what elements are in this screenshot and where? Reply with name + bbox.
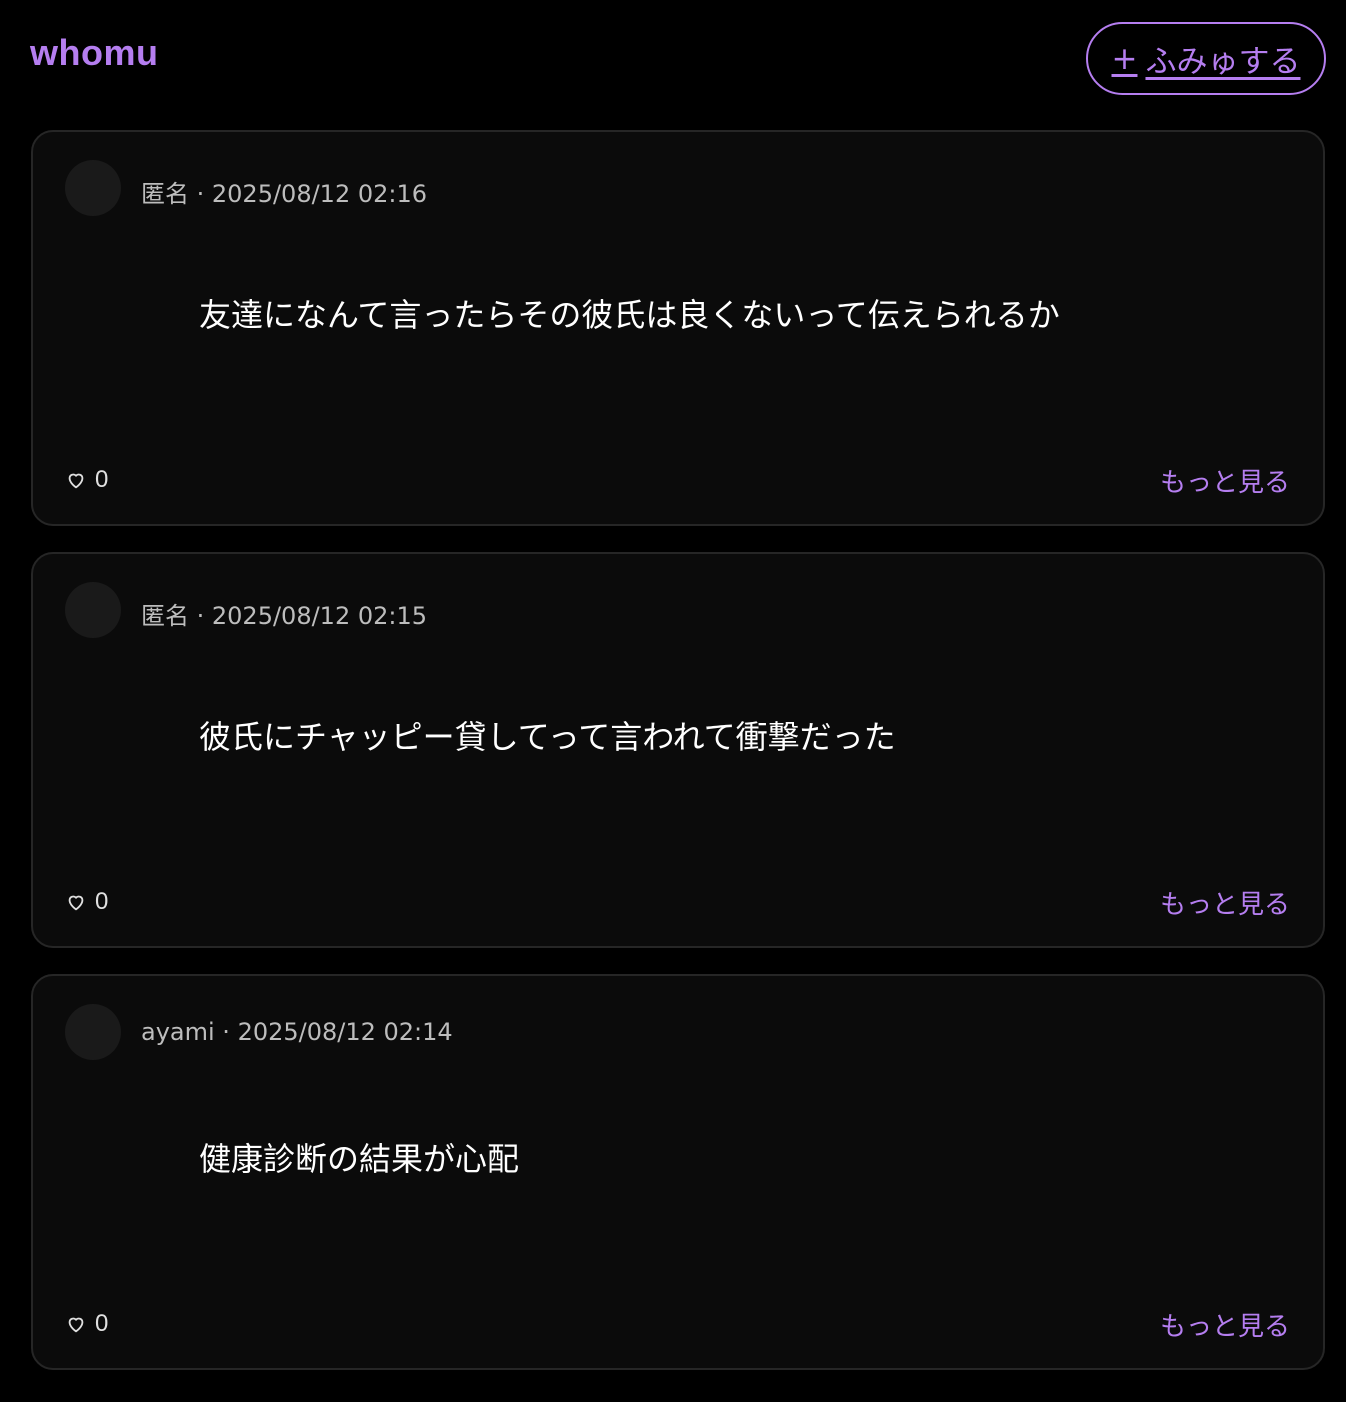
post-text: 健康診断の結果が心配 [199, 1140, 520, 1178]
post-text: 友達になんて言ったらその彼氏は良くないって伝えられるか [199, 296, 1060, 334]
post-text: 彼氏にチャッピー貸してって言われて衝撃だった [199, 718, 896, 756]
post-button[interactable]: + ふみゅする [1086, 22, 1326, 95]
header: whomu + ふみゅする [0, 0, 1346, 128]
avatar [65, 160, 121, 216]
like-button[interactable]: 0 [65, 1310, 108, 1338]
heart-icon [68, 1317, 84, 1333]
logo[interactable]: whomu [30, 32, 158, 74]
post-meta: ayami · 2025/08/12 02:14 [141, 1018, 453, 1046]
like-count: 0 [95, 466, 109, 493]
heart-icon [68, 895, 84, 911]
post-meta: 匿名 · 2025/08/12 02:16 [141, 180, 428, 208]
post-timestamp: 2025/08/12 02:16 [211, 180, 428, 208]
post-meta: 匿名 · 2025/08/12 02:15 [141, 602, 428, 630]
post-author: ayami [141, 1018, 215, 1046]
more-link[interactable]: もっと見る [1160, 462, 1290, 499]
post-card[interactable]: ayami · 2025/08/12 02:14 健康診断の結果が心配 0 もっ… [31, 974, 1325, 1370]
like-button[interactable]: 0 [65, 466, 108, 494]
post-timestamp: 2025/08/12 02:15 [211, 602, 428, 630]
like-count: 0 [95, 1310, 109, 1337]
more-link[interactable]: もっと見る [1160, 884, 1290, 921]
post-author: 匿名 [141, 180, 189, 208]
post-card[interactable]: 匿名 · 2025/08/12 02:15 彼氏にチャッピー貸してって言われて衝… [31, 552, 1325, 948]
post-author: 匿名 [141, 602, 189, 630]
post-button-label: ふみゅする [1145, 44, 1301, 80]
avatar [65, 1004, 121, 1060]
like-button[interactable]: 0 [65, 888, 108, 916]
heart-icon [68, 473, 84, 489]
plus-icon: + [1111, 40, 1138, 77]
like-count: 0 [95, 888, 109, 915]
post-timestamp: 2025/08/12 02:14 [237, 1018, 453, 1046]
more-link[interactable]: もっと見る [1160, 1306, 1290, 1343]
post-card[interactable]: 匿名 · 2025/08/12 02:16 友達になんて言ったらその彼氏は良くな… [31, 130, 1325, 526]
avatar [65, 582, 121, 638]
